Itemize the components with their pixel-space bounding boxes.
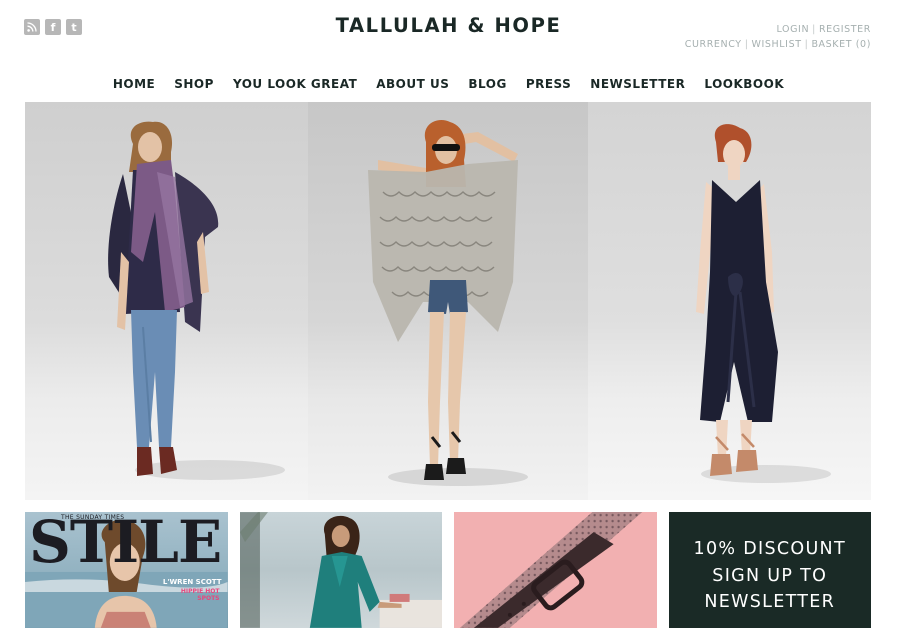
- magazine-cover-line: HIPPIE HOT SPOTS: [180, 588, 220, 602]
- basket-link[interactable]: BASKET (0): [811, 39, 871, 50]
- teal-dress-photo: [239, 512, 442, 628]
- tile-newsletter-promo[interactable]: 10% DISCOUNT SIGN UP TO NEWSLETTER: [668, 512, 871, 628]
- separator: |: [804, 39, 809, 50]
- hero-banner[interactable]: [25, 102, 871, 500]
- model-figure: [368, 120, 528, 486]
- separator: |: [812, 24, 816, 35]
- hero-panel-dress-look[interactable]: [588, 102, 871, 500]
- separator: |: [744, 39, 749, 50]
- promo-line-signup: SIGN UP TO: [712, 565, 828, 586]
- nav-item-newsletter[interactable]: NEWSLETTER: [590, 77, 685, 91]
- model-figure: [108, 121, 285, 480]
- magazine-masthead: STILE: [29, 512, 222, 576]
- model-figure: [696, 124, 831, 483]
- nav-item-blog[interactable]: BLOG: [468, 77, 506, 91]
- account-links: LOGIN | REGISTER CURRENCY | WISHLIST | BASKET …: [685, 22, 871, 52]
- nav-item-you-look-great[interactable]: YOU LOOK GREAT: [233, 77, 357, 91]
- promo-line-discount: 10% DISCOUNT: [693, 539, 846, 560]
- wishlist-link[interactable]: WISHLIST: [752, 39, 802, 50]
- account-row-1: LOGIN | REGISTER: [685, 22, 871, 37]
- register-link[interactable]: REGISTER: [819, 24, 871, 35]
- currency-link[interactable]: CURRENCY: [685, 39, 742, 50]
- feature-tiles: STILE THE SUNDAY TIMES L'WREN SCOTT HIPP…: [25, 512, 871, 628]
- newsletter-promo-text: 10% DISCOUNT SIGN UP TO NEWSLETTER: [694, 536, 846, 616]
- nav-item-about-us[interactable]: ABOUT US: [376, 77, 449, 91]
- belt-product-image: [459, 512, 643, 628]
- hero-panel-scarf-look[interactable]: [25, 102, 308, 500]
- promo-line-newsletter: NEWSLETTER: [704, 592, 836, 613]
- nav-item-home[interactable]: HOME: [113, 77, 155, 91]
- login-link[interactable]: LOGIN: [776, 24, 809, 35]
- tile-teal-dress-model[interactable]: [239, 512, 442, 628]
- account-row-2: CURRENCY | WISHLIST | BASKET (0): [685, 37, 871, 52]
- main-nav: HOME SHOP YOU LOOK GREAT ABOUT US BLOG P…: [0, 77, 897, 91]
- nav-item-lookbook[interactable]: LOOKBOOK: [704, 77, 784, 91]
- tile-belt-product[interactable]: [454, 512, 657, 628]
- nav-item-shop[interactable]: SHOP: [174, 77, 214, 91]
- hero-panel-kaftan-look[interactable]: [308, 102, 588, 500]
- magazine-paper-name: THE SUNDAY TIMES: [61, 514, 125, 521]
- tile-press-magazine[interactable]: STILE THE SUNDAY TIMES L'WREN SCOTT HIPP…: [25, 512, 228, 628]
- magazine-cover-name: L'WREN SCOTT: [162, 578, 222, 586]
- nav-item-press[interactable]: PRESS: [526, 77, 571, 91]
